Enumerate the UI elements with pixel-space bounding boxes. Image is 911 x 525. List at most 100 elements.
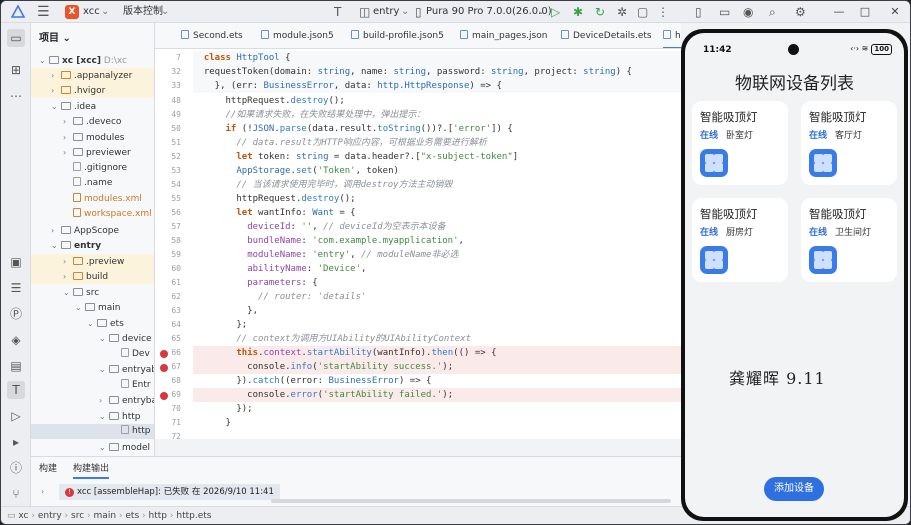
build-message[interactable]: ! xcc [assembleHap]: 已失败 在 2026/9/10 11:4… [59, 484, 280, 500]
breadcrumb-item[interactable]: ets [125, 511, 139, 521]
device-card[interactable]: 智能吸顶灯 在线 卧室灯 [692, 101, 788, 185]
tree-item[interactable]: modules.xml [31, 192, 154, 207]
tree-item[interactable]: ⌄ src [31, 285, 154, 300]
tree-item[interactable]: ⌄ http [31, 409, 154, 424]
account-icon[interactable]: ◉ [743, 1, 753, 23]
code-line: AppStorage.set('Token', token) [236, 166, 399, 176]
terminal-icon[interactable]: ▸ [7, 433, 25, 451]
chevron-down-icon[interactable]: ⌄ [161, 1, 169, 23]
tree-item[interactable]: › build [31, 269, 154, 284]
breadcrumb-item[interactable]: xc [18, 511, 28, 521]
code-line: // data.result为HTTP响应内容，可根据业务需要进行解析 [193, 138, 487, 148]
build-tool-icon[interactable]: T [7, 381, 25, 399]
tree-item[interactable]: › previewer [31, 145, 154, 160]
status-icons: ‹·› ≋ 100 [850, 44, 892, 55]
run-config-select[interactable]: entry [373, 1, 399, 23]
breadcrumb-item[interactable]: src [71, 511, 84, 521]
database-icon[interactable]: ☰ [7, 279, 25, 297]
device-card[interactable]: 智能吸顶灯 在线 厨房灯 [692, 198, 788, 282]
tree-item[interactable]: Entr [31, 378, 154, 393]
profile-icon[interactable]: ↻ [595, 1, 605, 23]
folder-icon[interactable]: ▭ [719, 1, 730, 23]
left-tool-strip: ▭ ⊞ ⋯ ▣ ☰ Ⓟ ◈ ▤ T ▷ ▸ ⓘ ⑂ [1, 23, 31, 506]
device-card[interactable]: 智能吸顶灯 在线 客厅灯 [801, 101, 897, 185]
tree-item[interactable]: ⌄ ets [31, 316, 154, 331]
debug-icon[interactable]: ✱ [573, 1, 583, 23]
chevron-right-icon[interactable]: › [41, 487, 44, 496]
tree-item[interactable]: › .preview [31, 254, 154, 269]
tree-item[interactable]: › .hvigor [31, 83, 154, 98]
tree-item-root[interactable]: ⌄ xc [xcc] D:\xc [31, 53, 154, 68]
breadcrumb-item[interactable]: main [94, 511, 117, 521]
tree-item[interactable]: workspace.xml [31, 207, 154, 222]
tree-item[interactable]: › AppScope [31, 223, 154, 238]
project-view-icon[interactable]: ▭ [7, 29, 25, 47]
tab-http[interactable]: htt [663, 23, 681, 48]
gear-icon[interactable]: ⚙ [795, 1, 806, 23]
breadcrumb-item[interactable]: http.ets [176, 511, 211, 521]
status-badge: 在线 [700, 131, 719, 141]
tree-item[interactable]: ⌄ entryab [31, 362, 154, 377]
more-tools-icon[interactable]: ⋯ [7, 87, 25, 105]
run-icon[interactable]: ▷ [551, 1, 560, 23]
bug-icon[interactable]: ✲ [617, 1, 627, 23]
plugin-icon[interactable]: Ⓟ [7, 305, 25, 323]
project-panel-title[interactable]: 项目 ⌄ [39, 29, 71, 44]
phone-screen[interactable]: 11:42 ‹·› ≋ 100 物联网设备列表 智能吸顶灯 在线 卧室灯 智能吸顶… [685, 33, 904, 517]
tree-item[interactable]: › .deveco [31, 114, 154, 129]
device-select[interactable]: Pura 90 Pro 7.0.0(26.0.0) [426, 1, 552, 23]
tree-item[interactable]: ⌄ .idea [31, 99, 154, 114]
breadcrumb-item[interactable]: http [149, 511, 167, 521]
tab-build-profile[interactable]: build-profile.json5 [351, 23, 444, 48]
problems-icon[interactable]: ⓘ [7, 459, 25, 477]
text-tool-icon[interactable]: T [334, 1, 341, 23]
tree-item[interactable]: .gitignore [31, 161, 154, 176]
project-name[interactable]: xcc [83, 1, 100, 23]
close-icon[interactable]: ✕ [883, 1, 907, 23]
more-icon[interactable]: ⋮ [657, 1, 669, 23]
tab-module-json[interactable]: module.json5 [261, 23, 334, 48]
tree-item[interactable]: .name [31, 176, 154, 191]
tree-item[interactable]: › .appanalyzer [31, 68, 154, 83]
log-icon[interactable]: ▤ [7, 357, 25, 375]
device-room: 厨房灯 [726, 228, 754, 238]
device-manager-icon[interactable]: ▣ [7, 253, 25, 271]
search-icon[interactable]: ⌕ [769, 1, 776, 23]
breadcrumb-item[interactable]: entry [38, 511, 62, 521]
code-line: }, [193, 306, 259, 316]
code-line: this.context.startAbility(wantInfo).then… [193, 346, 681, 360]
code-editor[interactable]: 7 class HttpTool { 32 requestToken(domai… [155, 49, 681, 439]
tree-item[interactable]: Dev [31, 347, 154, 362]
horizontal-scrollbar[interactable] [271, 499, 671, 503]
phone-icon[interactable]: ▯ [695, 1, 702, 23]
structure-icon[interactable]: ⊞ [7, 61, 25, 79]
tree-item[interactable]: ⌄ main [31, 300, 154, 315]
tree-item[interactable]: ⌄ device [31, 331, 154, 346]
chevron-down-icon[interactable]: ⌄ [537, 1, 545, 23]
tab-main-pages[interactable]: main_pages.json [460, 23, 547, 48]
stop-icon[interactable]: ▢ [637, 1, 648, 23]
layers-icon[interactable]: ◈ [7, 331, 25, 349]
device-name: 智能吸顶灯 [700, 110, 758, 124]
tab-build-output[interactable]: 构建输出 [73, 461, 110, 479]
version-control-menu[interactable]: 版本控制 [123, 1, 163, 23]
device-card[interactable]: 智能吸顶灯 在线 卫生间灯 [801, 198, 897, 282]
tree-item[interactable]: › entryba [31, 393, 154, 408]
run-panel-icon[interactable]: ▷ [7, 407, 25, 425]
tab-device-details[interactable]: DeviceDetails.ets [561, 23, 652, 48]
code-line: bundleName: 'com.example.myapplication', [247, 236, 464, 246]
tree-item[interactable]: ⌄ model [31, 440, 154, 455]
tab-build[interactable]: 构建 [39, 461, 57, 477]
tab-second[interactable]: Second.ets [181, 23, 243, 48]
add-device-button[interactable]: 添加设备 [764, 477, 824, 501]
main-menu-icon[interactable]: ☰ [37, 1, 50, 23]
project-badge[interactable]: X [65, 5, 79, 19]
chevron-down-icon[interactable]: ⌄ [401, 1, 409, 23]
minimize-icon[interactable]: — [827, 1, 851, 23]
maximize-icon[interactable]: □ [853, 1, 877, 23]
tree-item[interactable]: ⌄ entry [31, 238, 154, 253]
tree-item-selected[interactable]: http [31, 424, 154, 439]
git-icon[interactable]: ⑂ [7, 485, 25, 503]
tree-item[interactable]: › modules [31, 130, 154, 145]
chevron-down-icon[interactable]: ⌄ [101, 1, 109, 23]
